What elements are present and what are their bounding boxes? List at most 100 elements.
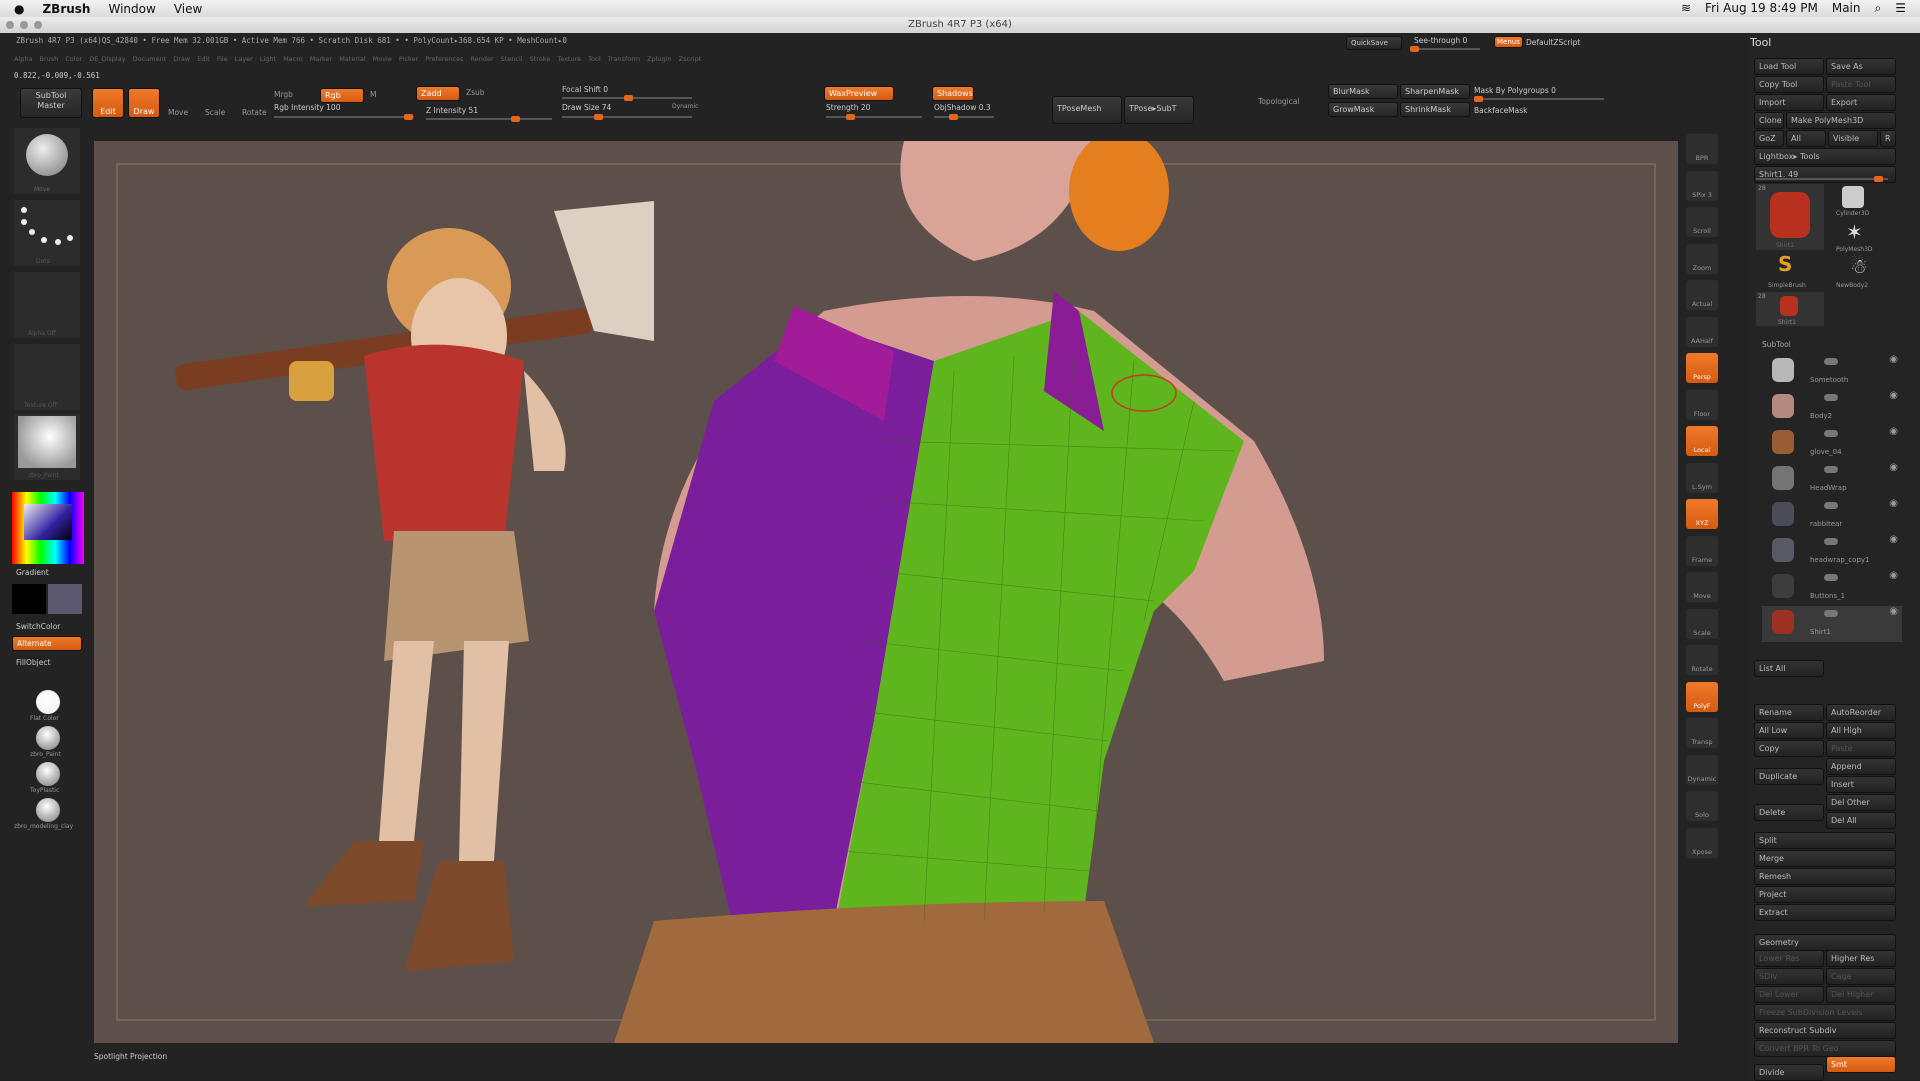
reconstruct-button[interactable]: Reconstruct Subdiv	[1754, 1022, 1896, 1039]
switchcolor-button[interactable]: SwitchColor	[16, 622, 60, 631]
shelf-frame-button[interactable]: Frame	[1686, 535, 1718, 566]
menu-preferences[interactable]: Preferences	[425, 55, 463, 63]
polypaint-toggle-icon[interactable]	[1824, 430, 1838, 437]
shelf-floor-button[interactable]: Floor	[1686, 389, 1718, 420]
clone-button[interactable]: Clone	[1754, 112, 1784, 129]
menu-view[interactable]: View	[174, 2, 202, 16]
del-higher-button[interactable]: Del Higher	[1826, 986, 1896, 1003]
dynamic-button[interactable]: Dynamic	[672, 103, 698, 110]
delete-button[interactable]: Delete	[1754, 804, 1824, 821]
canvas-viewport[interactable]	[94, 141, 1678, 1043]
polypaint-toggle-icon[interactable]	[1824, 394, 1838, 401]
current-tool-slider[interactable]	[1756, 176, 1888, 182]
subtool-item[interactable]: ◉ Buttons_1	[1762, 570, 1902, 606]
menu-alpha[interactable]: Alpha	[14, 55, 32, 63]
menu-marker[interactable]: Marker	[310, 55, 332, 63]
gradient-button[interactable]: Gradient	[16, 568, 49, 577]
shelf-local-button[interactable]: Local	[1686, 426, 1718, 456]
alternate-button[interactable]: Alternate	[12, 636, 82, 651]
paste-button[interactable]: Paste	[1826, 740, 1896, 757]
del-all-button[interactable]: Del All	[1826, 812, 1896, 829]
menu-brush[interactable]: Brush	[39, 55, 58, 63]
stroke-thumbnail[interactable]: Dots	[14, 200, 80, 266]
material-sphere-icon[interactable]	[36, 762, 60, 786]
cage-button[interactable]: Cage	[1826, 968, 1896, 985]
brush-thumbnail[interactable]: Move	[14, 128, 80, 194]
material-sphere-icon[interactable]	[36, 726, 60, 750]
import-button[interactable]: Import	[1754, 94, 1824, 111]
menus-button[interactable]: Menus	[1494, 36, 1523, 48]
eye-icon[interactable]: ◉	[1889, 426, 1898, 437]
objshadow-slider[interactable]	[934, 114, 994, 120]
eye-icon[interactable]: ◉	[1889, 534, 1898, 545]
geometry-title-button[interactable]: Geometry	[1754, 934, 1896, 951]
polypaint-toggle-icon[interactable]	[1824, 466, 1838, 473]
remesh-button[interactable]: Remesh	[1754, 868, 1896, 885]
mrgb-button[interactable]: Mrgb	[274, 90, 293, 99]
r-button[interactable]: R	[1880, 130, 1896, 147]
subtool-item[interactable]: ◉ glove_04	[1762, 426, 1902, 462]
zsub-button[interactable]: Zsub	[466, 88, 485, 97]
eye-icon[interactable]: ◉	[1889, 462, 1898, 473]
eye-icon[interactable]: ◉	[1889, 390, 1898, 401]
simplebrush-icon[interactable]: S	[1778, 252, 1792, 276]
shelf-xyz-button[interactable]: XYZ	[1686, 499, 1718, 529]
export-button[interactable]: Export	[1826, 94, 1896, 111]
tool-thumb-shirt1-small[interactable]: 28 Shirt1	[1756, 292, 1824, 326]
draw-size-slider[interactable]	[562, 114, 692, 120]
subtool-item[interactable]: ◉ HeadWrap	[1762, 462, 1902, 498]
app-menu[interactable]: ZBrush	[42, 2, 90, 16]
menu-render[interactable]: Render	[470, 55, 493, 63]
menu-window[interactable]: Window	[108, 2, 155, 16]
eye-icon[interactable]: ◉	[1889, 606, 1898, 617]
menu-zplugin[interactable]: Zplugin	[647, 55, 672, 63]
newbody2-icon[interactable]: ☃	[1850, 254, 1868, 278]
m-button[interactable]: M	[370, 90, 376, 99]
menu-texture[interactable]: Texture	[557, 55, 581, 63]
cylinder3d-icon[interactable]	[1842, 186, 1864, 208]
rotate-button[interactable]: Rotate	[242, 108, 267, 117]
main-color-swatch[interactable]	[12, 584, 46, 614]
shelf-aahalf-button[interactable]: AAHalf	[1686, 316, 1718, 347]
shelf-actual-button[interactable]: Actual	[1686, 280, 1718, 310]
menu-stroke[interactable]: Stroke	[530, 55, 551, 63]
shelf-bpr-button[interactable]: BPR	[1686, 134, 1718, 164]
alpha-thumbnail[interactable]: Alpha Off	[14, 272, 80, 338]
menu-stencil[interactable]: Stencil	[501, 55, 523, 63]
subtool-item[interactable]: ◉ rabbitear	[1762, 498, 1902, 534]
split-button[interactable]: Split	[1754, 832, 1896, 849]
zoom-button[interactable]	[34, 21, 42, 29]
texture-thumbnail[interactable]: Texture Off	[14, 344, 80, 410]
shelf-lsym-button[interactable]: L.Sym	[1686, 462, 1718, 493]
menu-light[interactable]: Light	[260, 55, 276, 63]
backfacemask-button[interactable]: BackfaceMask	[1474, 106, 1528, 115]
rename-button[interactable]: Rename	[1754, 704, 1824, 721]
material-thumbnail[interactable]: zbro_Paint	[14, 414, 80, 480]
menu-macro[interactable]: Macro	[283, 55, 303, 63]
menu-tool[interactable]: Tool	[588, 55, 601, 63]
subtool-section-header[interactable]: SubTool	[1762, 340, 1791, 349]
waxpreview-button[interactable]: WaxPreview	[824, 86, 894, 101]
tposemesh-button[interactable]: TPoseMesh	[1052, 96, 1122, 124]
zadd-button[interactable]: Zadd	[416, 86, 460, 101]
menu-movie[interactable]: Movie	[373, 55, 392, 63]
tool-thumb-shirt1[interactable]: 28 Shirt1	[1756, 184, 1824, 250]
del-other-button[interactable]: Del Other	[1826, 794, 1896, 811]
shelf-scroll-button[interactable]: Scroll	[1686, 207, 1718, 237]
topological-button[interactable]: Topological	[1258, 97, 1300, 106]
color-picker[interactable]	[12, 492, 84, 564]
shelf-rotate-button[interactable]: Rotate	[1686, 645, 1718, 675]
duplicate-button[interactable]: Duplicate	[1754, 768, 1824, 785]
quicksave-button[interactable]: QuickSave	[1346, 36, 1402, 50]
fillobject-button[interactable]: FillObject	[16, 658, 50, 667]
autoreorder-button[interactable]: AutoReorder	[1826, 704, 1896, 721]
menu-zscript[interactable]: Zscript	[679, 55, 702, 63]
copy-button[interactable]: Copy	[1754, 740, 1824, 757]
sharpenmask-button[interactable]: SharpenMask	[1400, 84, 1470, 99]
menu-picker[interactable]: Picker	[399, 55, 418, 63]
scale-button[interactable]: Scale	[205, 108, 225, 117]
polypaint-toggle-icon[interactable]	[1824, 358, 1838, 365]
list-all-button[interactable]: List All	[1754, 660, 1824, 677]
all-button[interactable]: All	[1786, 130, 1826, 147]
tool-palette-title[interactable]: Tool	[1750, 36, 1771, 49]
